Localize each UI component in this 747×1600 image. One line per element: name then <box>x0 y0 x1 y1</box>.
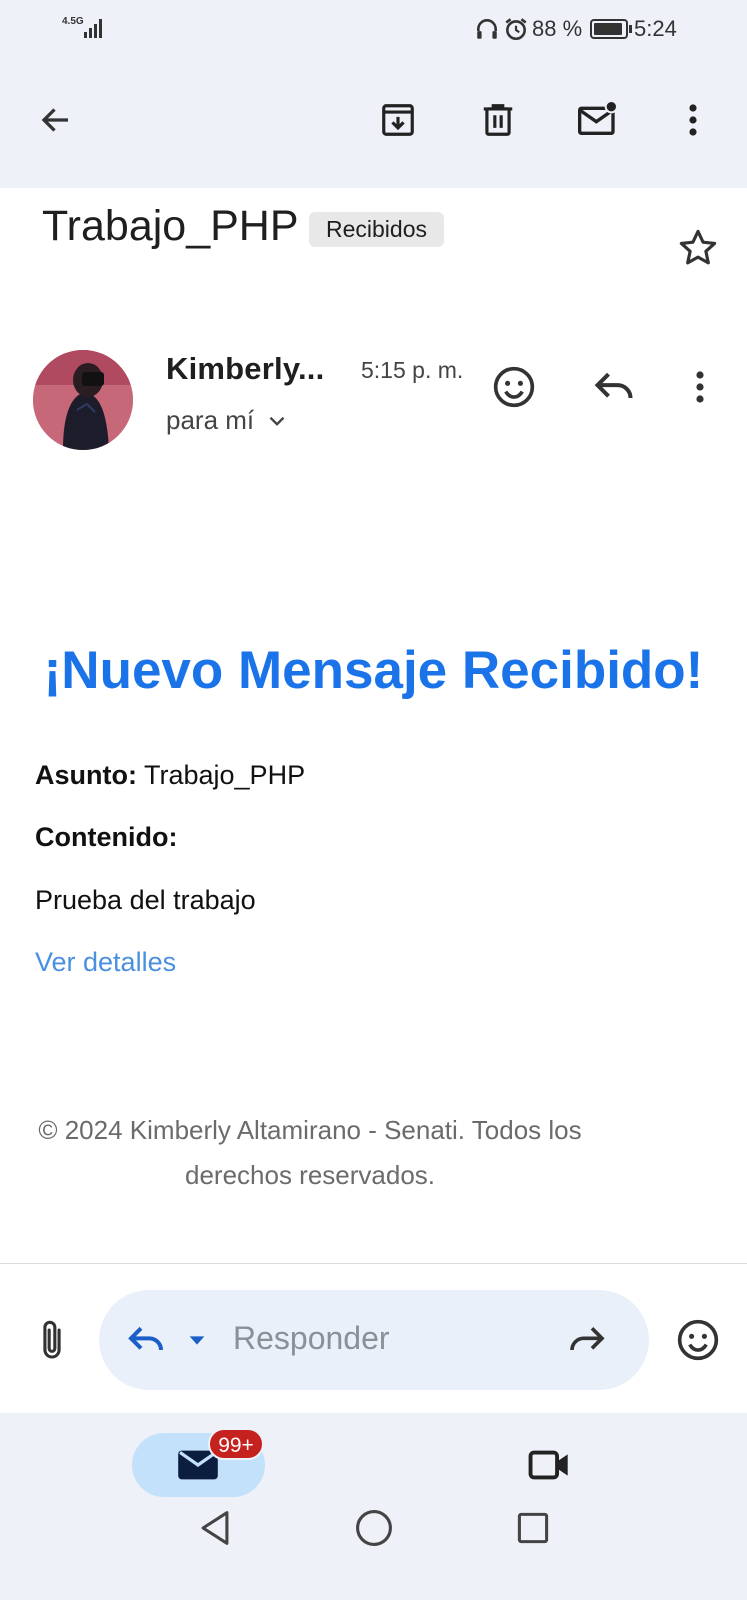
avatar-photo <box>33 350 133 450</box>
status-bar: 4.5G 88 % 5:24 <box>0 0 747 60</box>
subject-field: Asunto: Trabajo_PHP <box>35 760 305 791</box>
bottom-navigation: 99+ <box>0 1413 747 1600</box>
nav-back-icon <box>201 1511 229 1545</box>
back-button[interactable] <box>28 92 84 148</box>
clock: 5:24 <box>634 16 677 41</box>
subject-row: Trabajo_PHP Recibidos <box>0 188 747 298</box>
nav-recents-icon <box>517 1512 549 1544</box>
alarm-icon <box>505 18 527 41</box>
email-subject: Trabajo_PHP <box>42 202 299 250</box>
status-icons: 88 % 5:24 <box>447 14 747 44</box>
mark-unread-button[interactable] <box>568 92 628 148</box>
message-more-button[interactable] <box>672 357 728 417</box>
more-vert-icon <box>689 104 697 136</box>
reply-icon <box>128 1326 163 1351</box>
star-icon <box>679 229 717 265</box>
unread-count-badge: 99+ <box>208 1428 264 1460</box>
forward-icon[interactable] <box>566 1320 608 1360</box>
system-home-button[interactable] <box>349 1503 399 1553</box>
system-recents-button[interactable] <box>508 1503 558 1553</box>
recipient-label: para mí <box>166 405 255 435</box>
emoji-icon <box>493 366 535 408</box>
react-button[interactable] <box>484 357 544 417</box>
content-label: Contenido: <box>35 822 178 852</box>
delete-button[interactable] <box>470 92 526 148</box>
message-heading: ¡Nuevo Mensaje Recibido! <box>43 641 704 700</box>
recipient-toggle[interactable]: para mí <box>166 405 290 436</box>
signal-indicator: 4.5G <box>62 16 106 42</box>
subject-field-label: Asunto: <box>35 760 137 790</box>
reply-icon <box>594 372 633 399</box>
back-arrow-icon <box>41 108 68 132</box>
video-icon <box>528 1450 568 1480</box>
content-field-value: Prueba del trabajo <box>35 885 256 915</box>
battery-percent: 88 % <box>532 16 583 41</box>
subject-field-value: Trabajo_PHP <box>144 760 306 790</box>
emoji-button[interactable] <box>670 1312 726 1368</box>
archive-icon <box>382 104 414 136</box>
sender-row: Kimberly... 5:15 p. m. para mí <box>0 345 747 455</box>
more-options-button[interactable] <box>665 92 721 148</box>
archive-button[interactable] <box>370 92 426 148</box>
mark-unread-icon <box>578 100 618 135</box>
signal-icon <box>84 19 102 38</box>
top-app-bar <box>0 60 747 188</box>
reply-placeholder: Responder <box>233 1320 390 1356</box>
sender-avatar[interactable] <box>33 350 133 450</box>
nav-meet-tab[interactable] <box>520 1433 580 1497</box>
footer-copyright: © 2024 Kimberly Altamirano - Senati. Tod… <box>38 1115 582 1190</box>
view-details-link[interactable]: Ver detalles <box>35 947 176 978</box>
headphones-icon <box>477 19 497 39</box>
divider <box>0 1263 747 1264</box>
more-vert-icon <box>696 371 704 403</box>
trash-icon <box>483 104 513 136</box>
inbox-label-chip[interactable]: Recibidos <box>309 212 444 247</box>
reply-button[interactable] <box>584 357 644 417</box>
chevron-down-icon <box>269 416 285 426</box>
attach-button[interactable] <box>24 1312 80 1368</box>
reply-input[interactable]: Responder <box>99 1290 649 1390</box>
sender-name[interactable]: Kimberly... <box>166 351 324 387</box>
system-back-button[interactable] <box>190 1503 240 1553</box>
sent-time: 5:15 p. m. <box>361 357 464 383</box>
emoji-icon <box>677 1319 719 1361</box>
attach-icon <box>43 1320 61 1359</box>
reply-type-dropdown-icon[interactable] <box>186 1329 208 1351</box>
star-button[interactable] <box>670 220 726 276</box>
content-field-label: Contenido: <box>35 822 177 853</box>
nav-home-icon <box>356 1510 392 1546</box>
battery-icon <box>590 19 632 39</box>
